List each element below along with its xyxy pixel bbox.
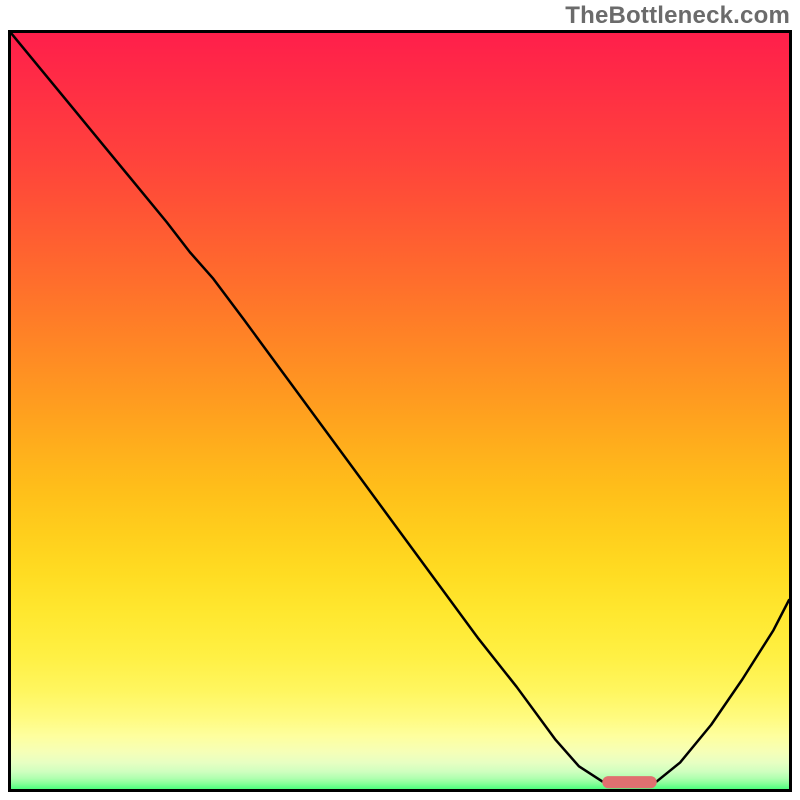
marker-pill [602, 776, 656, 788]
plot-area [11, 33, 789, 789]
plot-svg [11, 33, 789, 789]
watermark-text: TheBottleneck.com [565, 2, 790, 30]
plot-frame [8, 30, 792, 792]
gradient-background [11, 33, 789, 789]
chart-container: TheBottleneck.com [0, 0, 800, 800]
